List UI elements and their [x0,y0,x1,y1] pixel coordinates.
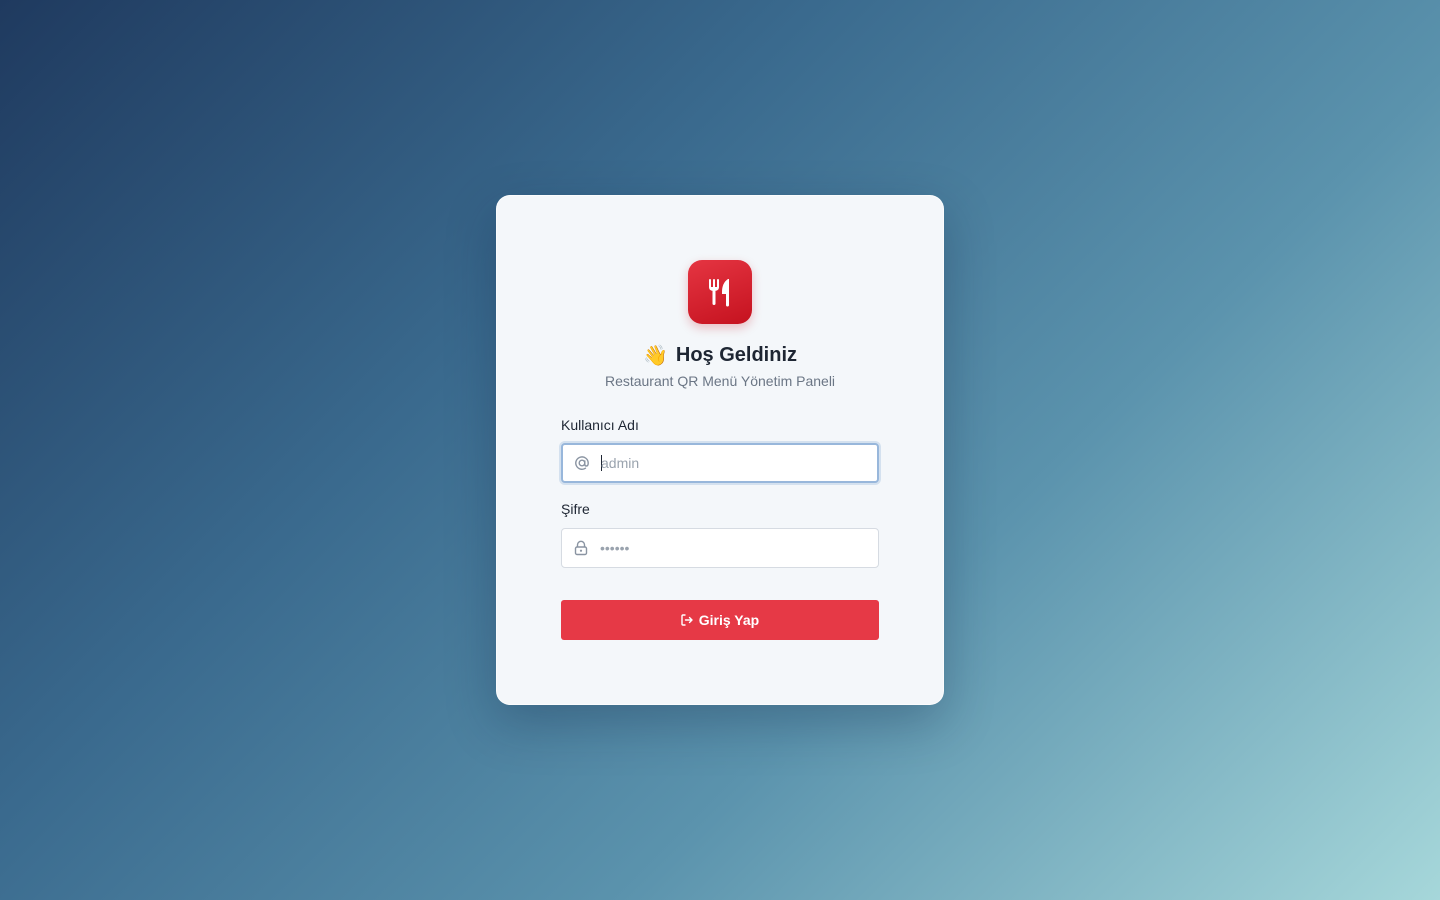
waving-hand-icon: 👋 [642,344,668,367]
page-subtitle: Restaurant QR Menü Yönetim Paneli [604,373,836,389]
at-sign-icon [563,455,601,471]
utensils-icon [709,279,729,307]
password-field[interactable] [561,528,879,568]
welcome-heading: 👋 Hoş Geldiniz [497,340,943,370]
password-input[interactable] [600,529,878,567]
login-card: 👋 Hoş Geldiniz Restaurant QR Menü Yöneti… [496,195,944,705]
sign-in-icon [681,614,693,626]
login-button[interactable]: Giriş Yap [561,600,879,640]
password-label: Şifre [561,501,590,517]
username-input[interactable] [601,445,877,481]
lock-icon [562,540,600,556]
username-field[interactable] [561,443,879,483]
page-title: Hoş Geldiniz [675,343,798,366]
login-button-label: Giriş Yap [698,612,760,628]
restaurant-logo [688,260,752,324]
username-label: Kullanıcı Adı [561,417,639,433]
